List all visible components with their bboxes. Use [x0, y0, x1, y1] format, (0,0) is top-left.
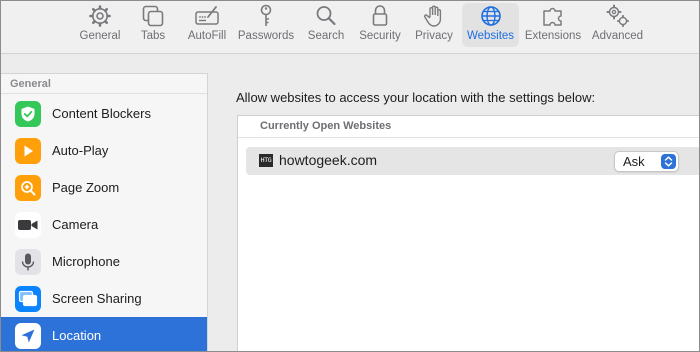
sidebar-item-label: Page Zoom — [52, 180, 120, 195]
sidebar-item-camera[interactable]: Camera — [1, 206, 207, 243]
gear-icon — [89, 5, 111, 27]
toolbar-security-label: Security — [359, 30, 401, 42]
toolbar-search-tab[interactable]: Search — [305, 3, 347, 47]
toolbar-autofill-label: AutoFill — [187, 30, 227, 42]
toolbar-privacy-label: Privacy — [415, 30, 453, 42]
toolbar-passwords-tab[interactable]: Passwords — [237, 3, 295, 47]
sidebar-item-label: Location — [52, 328, 102, 343]
globe-icon — [480, 6, 501, 26]
sidebar-section-header: General — [1, 74, 207, 94]
zoom-icon — [15, 174, 41, 201]
check-shield-icon — [15, 100, 41, 127]
toolbar-websites-label: Websites — [466, 30, 515, 42]
currently-open-websites-header: Currently Open Websites — [260, 120, 392, 132]
puzzle-icon — [543, 7, 562, 26]
toolbar-general-label: General — [79, 30, 121, 42]
camera-icon — [15, 211, 41, 238]
location-arrow-icon — [15, 322, 41, 349]
key-icon — [260, 4, 272, 26]
sidebar-item-label: Content Blockers — [52, 106, 151, 121]
toolbar-autofill-tab[interactable]: AutoFill — [184, 3, 230, 47]
toolbar-advanced-label: Advanced — [591, 30, 644, 42]
sidebar-item-label: Auto-Play — [52, 143, 109, 158]
preferences-toolbar: General Tabs AutoFill Passwords Search S… — [1, 1, 699, 54]
sidebar-item-location[interactable]: Location — [1, 317, 207, 351]
microphone-icon — [15, 248, 41, 275]
sidebar-item-screen-sharing[interactable]: Screen Sharing — [1, 280, 207, 317]
site-favicon: HTG — [259, 154, 273, 167]
toolbar-extensions-tab[interactable]: Extensions — [524, 3, 582, 47]
toolbar-tabs-label: Tabs — [140, 30, 166, 42]
sidebar-item-content-blockers[interactable]: Content Blockers — [1, 95, 207, 132]
screens-icon — [15, 285, 41, 312]
select-value: Ask — [623, 154, 645, 169]
sidebar-item-microphone[interactable]: Microphone — [1, 243, 207, 280]
sidebar: General Content Blockers Auto-Play Page … — [1, 73, 208, 351]
lock-icon — [372, 5, 388, 26]
websites-panel: Currently Open Websites HTG howtogeek.co… — [237, 115, 699, 351]
autofill-icon — [195, 6, 219, 25]
tabs-icon — [142, 5, 164, 27]
gears-icon — [606, 4, 629, 28]
hand-icon — [424, 5, 442, 27]
sidebar-item-label: Microphone — [52, 254, 120, 269]
sidebar-item-label: Screen Sharing — [52, 291, 142, 306]
toolbar-websites-tab[interactable]: Websites — [462, 3, 519, 47]
search-icon — [316, 6, 336, 26]
toolbar-general-tab[interactable]: General — [78, 3, 122, 47]
toolbar-security-tab[interactable]: Security — [357, 3, 403, 47]
preferences-window: General Tabs AutoFill Passwords Search S… — [0, 0, 700, 352]
toolbar-privacy-tab[interactable]: Privacy — [412, 3, 456, 47]
toolbar-advanced-tab[interactable]: Advanced — [590, 3, 645, 47]
website-name: howtogeek.com — [279, 152, 378, 168]
toolbar-search-label: Search — [307, 30, 345, 42]
location-permission-select[interactable]: Ask — [614, 151, 679, 172]
chevron-up-down-icon — [661, 154, 676, 169]
toolbar-passwords-label: Passwords — [237, 30, 295, 42]
panel-section-header: Currently Open Websites — [238, 116, 699, 138]
toolbar-tabs-tab[interactable]: Tabs — [135, 3, 171, 47]
toolbar-extensions-label: Extensions — [524, 30, 582, 42]
sidebar-item-label: Camera — [52, 217, 99, 232]
sidebar-item-auto-play[interactable]: Auto-Play — [1, 132, 207, 169]
location-description: Allow websites to access your location w… — [236, 90, 596, 105]
play-icon — [15, 137, 41, 164]
sidebar-item-page-zoom[interactable]: Page Zoom — [1, 169, 207, 206]
website-row[interactable]: HTG howtogeek.com Ask — [246, 147, 699, 175]
